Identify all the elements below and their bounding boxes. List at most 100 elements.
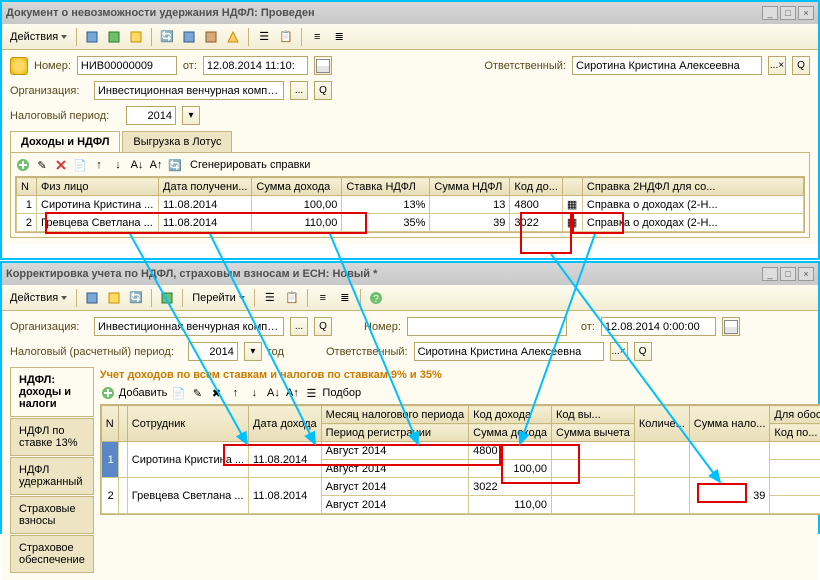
col-income-sum[interactable]: Сумма дохода [469, 424, 552, 442]
down-icon[interactable]: ↓ [246, 385, 262, 401]
col-marker[interactable] [562, 178, 582, 196]
responsible-input[interactable] [572, 56, 762, 75]
table-row[interactable]: 1 Сиротина Кристина ... 11.08.2014 Авгус… [101, 442, 820, 460]
maximize-button[interactable]: □ [780, 267, 796, 281]
down-icon[interactable]: ↓ [110, 157, 126, 173]
responsible-input[interactable] [414, 342, 604, 361]
period-input[interactable] [126, 106, 176, 125]
calendar-button[interactable] [722, 317, 740, 336]
col-code2[interactable]: Код по... [770, 424, 820, 442]
col-code[interactable]: Код до... [510, 178, 562, 196]
tool-icon[interactable] [223, 27, 243, 47]
tool-icon[interactable] [201, 27, 221, 47]
date-input[interactable] [601, 317, 716, 336]
sort-asc-icon[interactable]: A↓ [129, 157, 145, 173]
close-button[interactable]: × [798, 6, 814, 20]
calendar-button[interactable] [314, 56, 332, 75]
close-button[interactable]: × [798, 267, 814, 281]
tool-icon[interactable] [82, 27, 102, 47]
period-input[interactable] [188, 342, 238, 361]
col-ref[interactable]: Справка 2НДФЛ для со... [582, 178, 803, 196]
col-basis[interactable]: Для обос [770, 406, 820, 424]
edit-icon[interactable]: ✎ [34, 157, 50, 173]
list-icon[interactable]: ≣ [335, 288, 355, 308]
tool-icon[interactable] [179, 27, 199, 47]
sort-asc-icon[interactable]: A↓ [265, 385, 281, 401]
tool-icon[interactable]: 📋 [276, 27, 296, 47]
lookup-button[interactable]: Q [634, 342, 652, 361]
table-row[interactable]: 2 Гревцева Светлана ... 11.08.2014 110,0… [17, 214, 804, 232]
side-tab-income[interactable]: НДФЛ: доходы и налоги [10, 367, 94, 417]
delete-icon[interactable]: ✖ [208, 385, 224, 401]
tool-icon[interactable]: 📋 [282, 288, 302, 308]
org-input[interactable] [94, 317, 284, 336]
col-reg-period[interactable]: Период регистрации [321, 424, 469, 442]
selection-label[interactable]: Подбор [322, 387, 361, 399]
selection-button[interactable]: ☰ [303, 385, 319, 401]
generate-refs-button[interactable]: Сгенерировать справки [186, 159, 314, 171]
sort-desc-icon[interactable]: A↑ [148, 157, 164, 173]
spinner-button[interactable]: ▾ [182, 106, 200, 125]
number-input[interactable] [77, 56, 177, 75]
lookup-button[interactable]: Q [314, 317, 332, 336]
col-code[interactable]: Код дохода [469, 406, 552, 424]
col-tax[interactable]: Сумма нало... [689, 406, 770, 442]
up-icon[interactable]: ↑ [227, 385, 243, 401]
tool-icon[interactable] [82, 288, 102, 308]
side-tab-insurance[interactable]: Страховое обеспечение [10, 535, 94, 573]
side-tab-contrib[interactable]: Страховые взносы [10, 496, 94, 534]
tool-icon[interactable]: ☰ [254, 27, 274, 47]
actions-menu[interactable]: Действия [6, 31, 71, 43]
col-date[interactable]: Дата дохода [249, 406, 322, 442]
actions-menu[interactable]: Действия [6, 292, 71, 304]
income-grid[interactable]: N Физ лицо Дата получени... Сумма дохода… [15, 176, 805, 233]
side-tab-13[interactable]: НДФЛ по ставке 13% [10, 418, 94, 456]
add-label[interactable]: Добавить [119, 387, 168, 399]
col-rate[interactable]: Ставка НДФЛ [342, 178, 430, 196]
add-button[interactable] [100, 385, 116, 401]
spinner-button[interactable]: ▾ [244, 342, 262, 361]
tool-icon[interactable]: 📄 [72, 157, 88, 173]
goto-menu[interactable]: Перейти [188, 292, 249, 304]
select-button[interactable]: ... [290, 81, 308, 100]
col-date[interactable]: Дата получени... [159, 178, 252, 196]
lookup-button[interactable]: Q [792, 56, 810, 75]
col-person[interactable]: Физ лицо [37, 178, 159, 196]
table-row[interactable]: 1 Сиротина Кристина ... 11.08.2014 100,0… [17, 196, 804, 214]
lookup-button[interactable]: Q [314, 81, 332, 100]
up-icon[interactable]: ↑ [91, 157, 107, 173]
select-button[interactable]: ...× [610, 342, 628, 361]
list-icon[interactable]: ≣ [329, 27, 349, 47]
sort-desc-icon[interactable]: A↑ [284, 385, 300, 401]
maximize-button[interactable]: □ [780, 6, 796, 20]
col-qty[interactable]: Количе... [634, 406, 689, 442]
refresh-icon[interactable]: 🔄 [167, 157, 183, 173]
col-n[interactable]: N [17, 178, 37, 196]
number-input[interactable] [407, 317, 567, 336]
col-month[interactable]: Месяц налогового периода [321, 406, 469, 424]
list-icon[interactable]: ≡ [313, 288, 333, 308]
tool-icon[interactable] [126, 27, 146, 47]
side-tab-withheld[interactable]: НДФЛ удержанный [10, 457, 94, 495]
detail-grid[interactable]: N Сотрудник Дата дохода Месяц налогового… [100, 404, 820, 515]
add-icon[interactable] [15, 157, 31, 173]
minimize-button[interactable]: _ [762, 6, 778, 20]
save-icon[interactable] [104, 27, 124, 47]
col-income[interactable]: Сумма дохода [252, 178, 342, 196]
date-input[interactable] [203, 56, 308, 75]
select-button[interactable]: ...× [768, 56, 786, 75]
tool-icon[interactable] [104, 288, 124, 308]
select-button[interactable]: ... [290, 317, 308, 336]
list-icon[interactable]: ≡ [307, 27, 327, 47]
help-icon[interactable]: ? [366, 288, 386, 308]
tool-icon[interactable]: ☰ [260, 288, 280, 308]
tool-icon[interactable]: 🔄 [126, 288, 146, 308]
col-n[interactable]: N [101, 406, 118, 442]
minimize-button[interactable]: _ [762, 267, 778, 281]
table-row[interactable]: 2 Гревцева Светлана ... 11.08.2014 Авгус… [101, 478, 820, 496]
tool-icon[interactable]: 📄 [170, 385, 186, 401]
col-deduct-code[interactable]: Код вы... [552, 406, 635, 424]
org-input[interactable] [94, 81, 284, 100]
tool-icon[interactable] [157, 288, 177, 308]
tab-income-ndfl[interactable]: Доходы и НДФЛ [10, 131, 120, 152]
